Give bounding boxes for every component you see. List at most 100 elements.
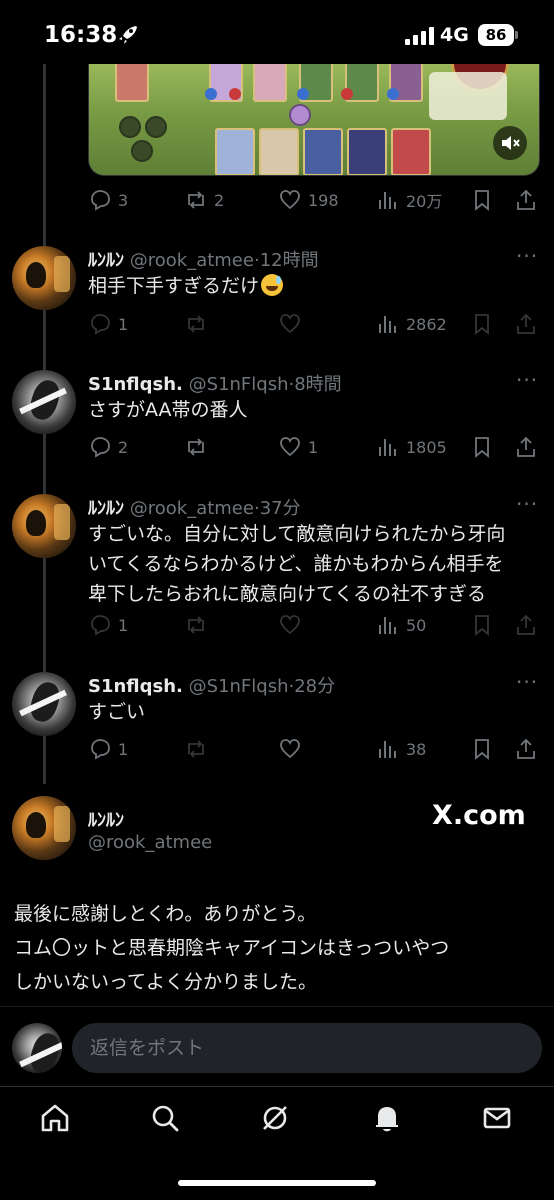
media-stat <box>229 88 241 100</box>
rocket-icon <box>119 26 137 44</box>
reply-button[interactable]: 1 <box>88 612 128 638</box>
views-button[interactable]: 1805 <box>376 434 447 460</box>
repost-button[interactable]: 2 <box>184 187 224 213</box>
like-button[interactable]: 1 <box>278 434 318 460</box>
heart-icon <box>280 615 300 635</box>
media-hand-card <box>259 128 299 175</box>
timestamp[interactable]: 8時間 <box>294 374 341 395</box>
views-button[interactable]: 2862 <box>376 311 447 337</box>
more-options-button[interactable]: ··· <box>516 244 538 268</box>
timestamp[interactable]: 37分 <box>260 498 301 519</box>
like-button[interactable] <box>278 612 302 638</box>
avatar[interactable] <box>12 370 76 434</box>
share-icon <box>517 738 535 759</box>
main-post-text-line: コム〇ットと思春期陰キャアイコンはきっついやつ <box>14 937 450 959</box>
handle[interactable]: @rook_atmee <box>88 832 212 853</box>
main-post-avatar[interactable] <box>12 796 76 860</box>
bookmark-icon <box>475 190 489 211</box>
share-button[interactable] <box>514 434 538 460</box>
handle[interactable]: @rook_atmee <box>130 250 254 271</box>
main-post-text-line: 最後に感謝しとくわ。ありがとう。 <box>14 903 317 925</box>
display-name[interactable]: ﾙﾝﾙﾝ <box>88 250 124 271</box>
display-name[interactable]: ﾙﾝﾙﾝ <box>88 498 124 519</box>
reply-button[interactable]: 2 <box>88 434 128 460</box>
battery-indicator: 86 <box>478 24 518 46</box>
repost-icon <box>188 740 204 758</box>
views-button[interactable]: 38 <box>376 736 426 762</box>
nav-search[interactable] <box>148 1101 182 1135</box>
repost-button[interactable] <box>184 736 208 762</box>
reply-count: 1 <box>118 314 129 334</box>
media-hand-card <box>303 128 343 175</box>
search-icon <box>152 1105 179 1132</box>
post-media-image[interactable] <box>88 64 540 176</box>
reply-header: S1nflqsh. @S1nFlqsh·8時間 <box>88 374 342 395</box>
reply-count: 1 <box>118 739 129 759</box>
mute-button[interactable] <box>493 126 527 160</box>
media-orb <box>119 116 141 138</box>
like-button[interactable] <box>278 311 302 337</box>
views-button[interactable]: 20万 <box>376 187 442 213</box>
bookmark-button[interactable] <box>470 187 494 213</box>
network-label: 4G <box>440 24 469 46</box>
more-options-button[interactable]: ··· <box>516 670 538 694</box>
reply-text-content: 相手下手すぎるだけ <box>88 275 260 297</box>
handle[interactable]: @S1nFlqsh <box>189 676 289 697</box>
handle[interactable]: @rook_atmee <box>130 498 254 519</box>
views-icon <box>379 192 396 209</box>
reply-input[interactable]: 返信をポスト <box>72 1023 542 1073</box>
bookmark-button[interactable] <box>470 311 494 337</box>
display-name[interactable]: ﾙﾝﾙﾝ <box>88 810 124 831</box>
handle[interactable]: @S1nFlqsh <box>189 374 289 395</box>
home-indicator <box>178 1180 376 1186</box>
nav-home[interactable] <box>38 1101 72 1135</box>
avatar[interactable] <box>12 494 76 558</box>
avatar[interactable] <box>12 246 76 310</box>
nav-messages[interactable] <box>480 1101 514 1135</box>
avatar[interactable] <box>12 672 76 736</box>
share-button[interactable] <box>514 736 538 762</box>
views-icon <box>379 439 396 456</box>
reply-text-line: 卑下したらおれに敵意向けてくるの社不すぎる <box>88 583 487 605</box>
reply-button[interactable]: 1 <box>88 736 128 762</box>
display-name[interactable]: S1nflqsh. <box>88 676 183 697</box>
main-post-handle: @rook_atmee <box>88 832 212 853</box>
nav-grok[interactable] <box>258 1101 292 1135</box>
bell-icon <box>376 1107 398 1132</box>
timestamp[interactable]: 12時間 <box>260 250 319 271</box>
media-hand-card <box>215 128 255 175</box>
like-button[interactable] <box>278 736 302 762</box>
reply-icon <box>91 739 110 760</box>
display-name[interactable]: S1nflqsh. <box>88 374 183 395</box>
bookmark-button[interactable] <box>470 612 494 638</box>
status-time: 16:38 <box>44 22 118 48</box>
more-options-button[interactable]: ··· <box>516 368 538 392</box>
reply-actions: 2 1 1805 <box>88 434 540 460</box>
repost-button[interactable] <box>184 612 208 638</box>
views-button[interactable]: 50 <box>376 612 426 638</box>
share-button[interactable] <box>514 187 538 213</box>
repost-icon <box>188 191 204 209</box>
bookmark-button[interactable] <box>470 736 494 762</box>
media-orb <box>145 116 167 138</box>
media-hand-card <box>391 128 431 175</box>
media-orb <box>289 104 311 126</box>
repost-button[interactable] <box>184 434 208 460</box>
nav-notifications[interactable] <box>370 1101 404 1135</box>
more-options-button[interactable]: ··· <box>516 492 538 516</box>
share-button[interactable] <box>514 612 538 638</box>
share-button[interactable] <box>514 311 538 337</box>
reply-button[interactable]: 1 <box>88 311 128 337</box>
heart-icon <box>280 437 300 457</box>
media-pp-panel <box>429 72 507 120</box>
repost-button[interactable] <box>184 311 208 337</box>
media-card <box>115 64 149 102</box>
like-button[interactable]: 198 <box>278 187 339 213</box>
reply-icon <box>91 437 110 458</box>
reply-header: ﾙﾝﾙﾝ @rook_atmee·37分 <box>88 498 301 519</box>
bookmark-button[interactable] <box>470 434 494 460</box>
timestamp[interactable]: 28分 <box>294 676 335 697</box>
reply-button[interactable]: 3 <box>88 187 128 213</box>
my-avatar[interactable] <box>12 1023 62 1073</box>
signal-icon <box>405 27 434 45</box>
